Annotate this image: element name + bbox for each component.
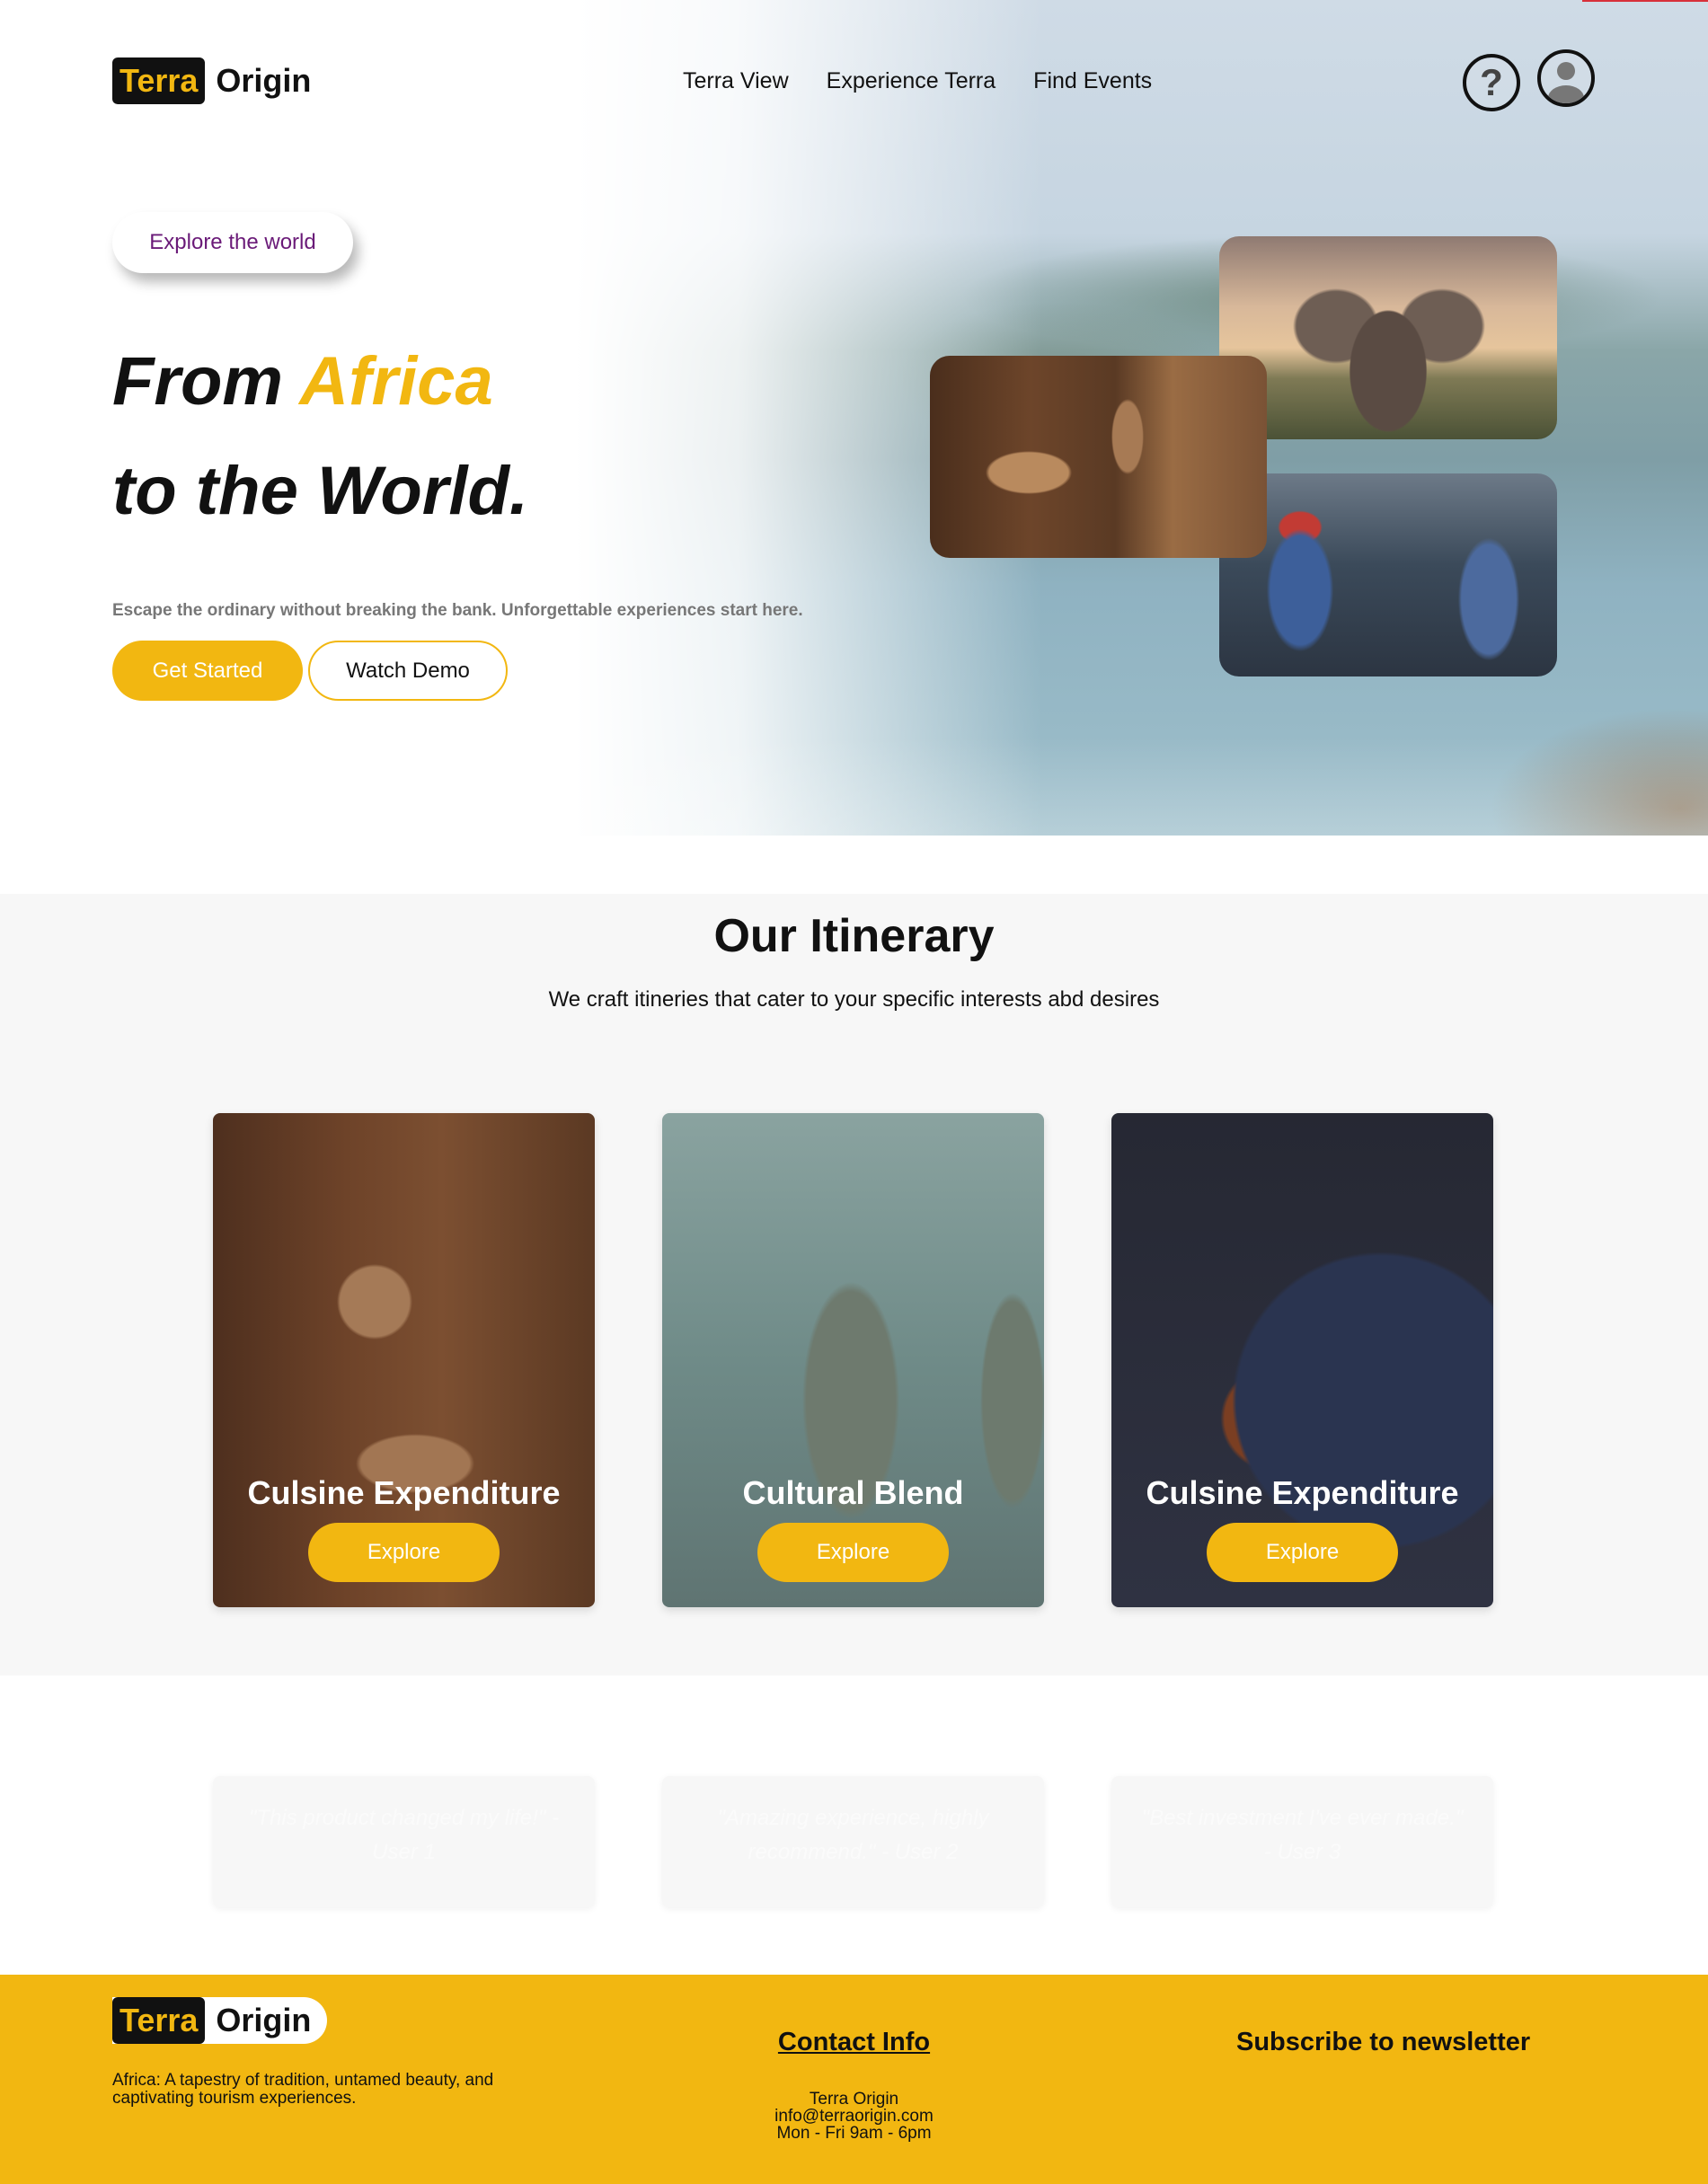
explore-button[interactable]: Explore — [308, 1523, 500, 1582]
top-accent-line — [1582, 0, 1708, 2]
itinerary-card-cultural: Cultural Blend Explore — [662, 1113, 1044, 1607]
card-title: Cultural Blend — [742, 1474, 964, 1511]
headline-from: From — [112, 343, 300, 420]
itinerary-subtitle: We craft itineries that cater to your sp… — [548, 987, 1160, 1012]
testimonial-card: "Amazing experience, highly recommend." … — [662, 1776, 1044, 1907]
newsletter-title: Subscribe to newsletter — [1236, 2028, 1531, 2056]
help-icon[interactable]: ? — [1463, 54, 1520, 111]
testimonial-card: "This product changed my life!" - User 1 — [213, 1776, 595, 1907]
contact-name: Terra Origin — [809, 2090, 899, 2109]
contact-email[interactable]: info@terraorigin.com — [0, 2108, 1708, 2125]
contact-hours: Mon - Fri 9am - 6pm — [776, 2124, 932, 2143]
get-started-button[interactable]: Get Started — [112, 641, 303, 701]
itinerary-card-food: Culsine Expenditure Explore — [1111, 1113, 1493, 1607]
card-title: Culsine Expenditure — [247, 1474, 561, 1511]
logo-box: Terra — [112, 57, 206, 104]
explore-world-pill[interactable]: Explore the world — [112, 212, 353, 273]
itinerary-title: Our Itinerary — [713, 910, 995, 962]
main-nav: Terra View Experience Terra Find Events — [683, 68, 1152, 94]
watch-demo-button[interactable]: Watch Demo — [308, 641, 508, 701]
contact-info: Terra Origin info@terraorigin.com Mon - … — [0, 2091, 1708, 2142]
user-avatar-icon[interactable] — [1537, 49, 1595, 107]
card-title: Culsine Expenditure — [1146, 1474, 1459, 1511]
explore-button[interactable]: Explore — [757, 1523, 949, 1582]
hero-fade-bottom — [575, 737, 1708, 836]
nav-experience-terra[interactable]: Experience Terra — [827, 68, 996, 94]
nav-find-events[interactable]: Find Events — [1033, 68, 1152, 94]
itinerary-card-cuisine: Culsine Expenditure Explore — [213, 1113, 595, 1607]
user-avatar-svg — [1548, 62, 1584, 103]
hero-section: Terra Origin Terra View Experience Terra… — [0, 0, 1708, 836]
pottery-photo — [930, 356, 1267, 558]
people-photo — [1219, 473, 1557, 676]
elephant-photo — [1219, 236, 1557, 439]
nav-terra-view[interactable]: Terra View — [683, 68, 789, 94]
help-glyph: ? — [1480, 61, 1503, 103]
explore-button[interactable]: Explore — [1207, 1523, 1398, 1582]
hero-subtitle: Escape the ordinary without breaking the… — [112, 601, 803, 620]
headline-line-2: to the World. — [112, 453, 528, 529]
headline-africa: Africa — [299, 343, 493, 420]
header-logo[interactable]: Terra Origin — [112, 57, 311, 104]
page: Terra Origin Terra View Experience Terra… — [0, 0, 1708, 2184]
headline-line-1: From Africa — [112, 341, 493, 422]
logo-text: Origin — [216, 62, 312, 99]
testimonial-card: "Best investment I've ever made." - User… — [1111, 1776, 1493, 1907]
